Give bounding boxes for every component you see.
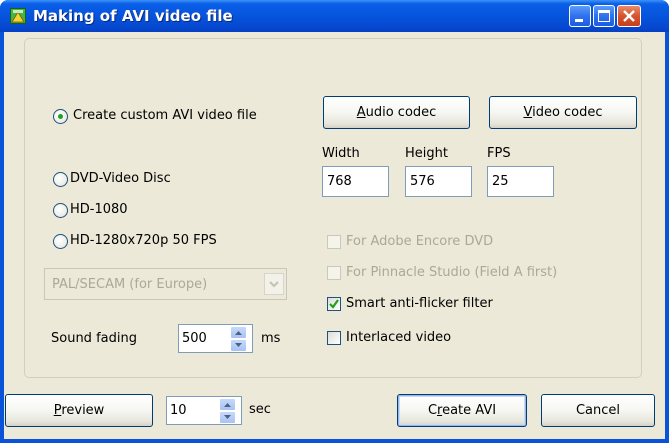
app-icon: [10, 8, 26, 24]
audio-codec-label: udio codec: [365, 105, 437, 120]
spin-up-button[interactable]: [230, 326, 247, 339]
window-title: Making of AVI video file: [33, 7, 233, 25]
height-value: 576: [410, 174, 435, 189]
maximize-button[interactable]: [593, 5, 615, 27]
checkbox-interlaced[interactable]: [327, 331, 341, 345]
preview-seconds-value: 10: [170, 403, 187, 418]
checkbox-adobe-encore-label: For Adobe Encore DVD: [346, 234, 494, 249]
create-avi-label-pre: C: [427, 403, 438, 418]
cancel-button[interactable]: Cancel: [541, 394, 655, 427]
fps-label: FPS: [487, 146, 511, 161]
sound-fading-unit: ms: [261, 331, 281, 346]
radio-dvd-video[interactable]: [53, 172, 68, 187]
arrow-up-icon: [224, 403, 231, 407]
spin-down-button[interactable]: [230, 339, 247, 352]
video-codec-hotkey: V: [523, 105, 533, 120]
preview-seconds-spinner[interactable]: [219, 398, 236, 424]
chevron-down-icon: [269, 281, 279, 288]
create-avi-button[interactable]: Create AVI: [397, 394, 527, 427]
preview-seconds-unit: sec: [249, 402, 271, 417]
audio-codec-button[interactable]: Audio codec: [323, 96, 470, 129]
arrow-down-icon: [235, 343, 242, 347]
close-button[interactable]: [617, 5, 641, 27]
spin-up-button[interactable]: [219, 398, 236, 411]
sound-fading-input[interactable]: 500: [178, 324, 253, 353]
height-label: Height: [405, 146, 448, 161]
preview-seconds-input[interactable]: 10: [166, 396, 242, 425]
maximize-icon: [598, 10, 610, 22]
width-value: 768: [327, 174, 352, 189]
dialog-window: Making of AVI video file Create custom A…: [0, 0, 669, 443]
checkbox-anti-flicker-label[interactable]: Smart anti-flicker filter: [346, 296, 493, 312]
checkbox-anti-flicker[interactable]: [327, 297, 341, 311]
video-codec-button[interactable]: Video codec: [489, 96, 637, 129]
checkmark-icon: [329, 299, 339, 309]
tv-standard-value: PAL/SECAM (for Europe): [52, 277, 208, 292]
radio-dvd-video-label[interactable]: DVD-Video Disc: [70, 171, 171, 187]
radio-hd-720-label[interactable]: HD-1280x720p 50 FPS: [70, 233, 217, 249]
sound-fading-value: 500: [182, 331, 207, 346]
radio-hd-1080[interactable]: [53, 203, 68, 218]
video-codec-label: ideo codec: [532, 105, 603, 120]
checkbox-adobe-encore[interactable]: [327, 235, 341, 249]
title-bar[interactable]: Making of AVI video file: [0, 0, 669, 32]
preview-button[interactable]: Preview: [5, 394, 153, 427]
checkbox-interlaced-label[interactable]: Interlaced video: [346, 330, 451, 346]
preview-label: review: [61, 403, 105, 418]
radio-hd-1080-label[interactable]: HD-1080: [70, 202, 128, 218]
tv-standard-select[interactable]: PAL/SECAM (for Europe): [44, 268, 287, 300]
arrow-up-icon: [235, 331, 242, 335]
minimize-icon: [575, 19, 583, 22]
height-input[interactable]: 576: [405, 166, 472, 197]
fps-input[interactable]: 25: [487, 166, 554, 197]
close-icon: [623, 10, 635, 22]
spin-down-button[interactable]: [219, 411, 236, 424]
radio-custom-avi-label[interactable]: Create custom AVI video file: [73, 108, 257, 124]
arrow-down-icon: [224, 415, 231, 419]
audio-codec-hotkey: A: [356, 105, 366, 120]
fps-value: 25: [492, 174, 509, 189]
radio-hd-720[interactable]: [53, 234, 68, 249]
checkbox-pinnacle-studio-label: For Pinnacle Studio (Field A first): [346, 265, 558, 280]
width-input[interactable]: 768: [322, 166, 389, 197]
width-label: Width: [322, 146, 360, 161]
radio-selected-dot: [58, 114, 63, 119]
dropdown-arrow-button[interactable]: [264, 273, 284, 295]
sound-fading-label: Sound fading: [51, 331, 137, 346]
checkbox-pinnacle-studio[interactable]: [327, 266, 341, 280]
create-avi-label: eate AVI: [442, 403, 497, 418]
minimize-button[interactable]: [569, 5, 591, 27]
radio-custom-avi[interactable]: [53, 109, 68, 124]
sound-fading-spinner[interactable]: [230, 326, 247, 352]
